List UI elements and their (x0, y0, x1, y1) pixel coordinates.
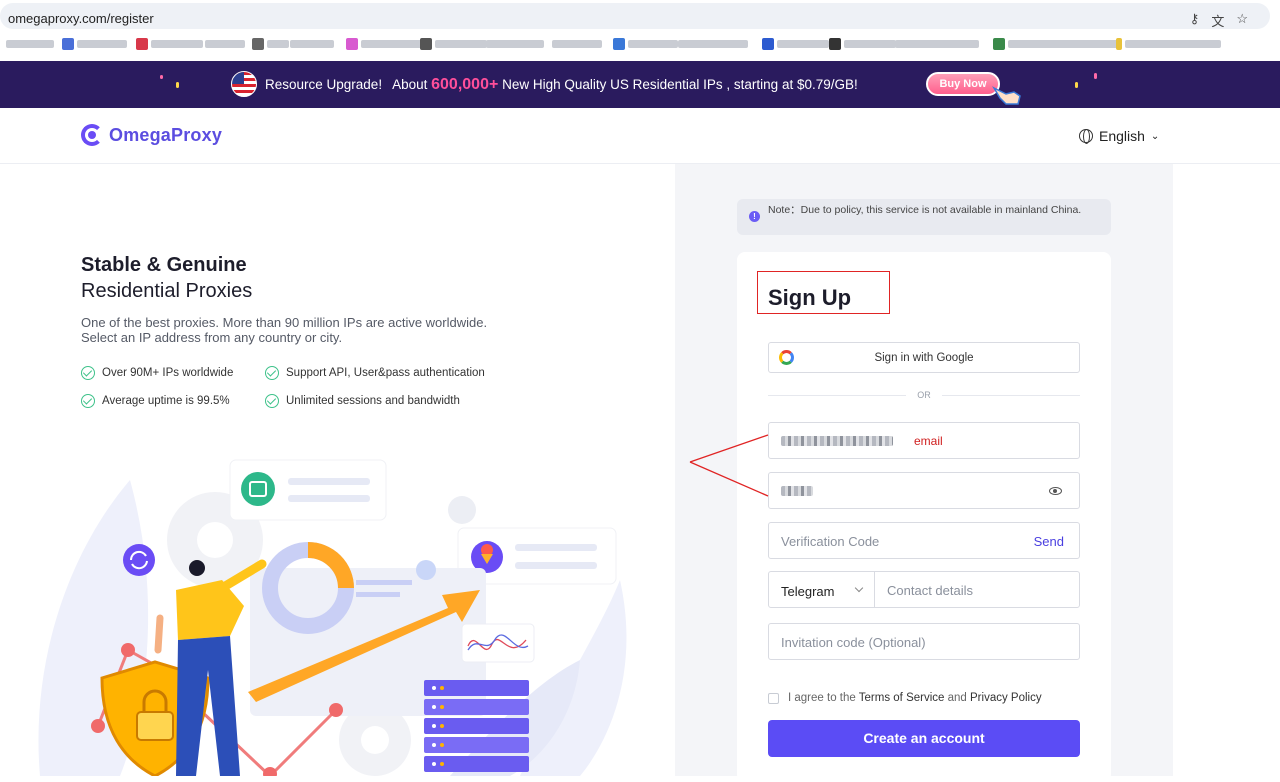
feature-list: Over 90M+ IPs worldwide Support API, Use… (81, 366, 505, 408)
info-icon: ! (749, 211, 760, 222)
translate-icon[interactable]: 文 (1211, 11, 1224, 30)
brand-name: OmegaProxy (109, 124, 223, 145)
language-selector[interactable]: English ⌄ (1079, 128, 1159, 144)
google-signin-label: Sign in with Google (874, 352, 974, 364)
terms-agreement: I agree to the Terms of Service and Priv… (768, 692, 1042, 704)
or-label: OR (917, 390, 931, 400)
browser-url-bar: omegaproxy.com/register ⚷ 文 ☆ (0, 0, 1280, 32)
globe-icon (1079, 129, 1093, 144)
contact-group: Telegram Contact details (768, 571, 1080, 608)
us-flag-icon (231, 71, 257, 97)
omega-logo-icon (81, 124, 103, 146)
email-field[interactable]: email (768, 422, 1080, 459)
policy-note: ! Note：Due to policy, this service is no… (737, 199, 1111, 235)
hero-desc-line2: Select an IP address from any country or… (81, 330, 343, 345)
hero-title-line2: Residential Proxies (81, 280, 253, 302)
check-circle-icon (81, 394, 95, 408)
eye-icon[interactable] (1049, 487, 1062, 495)
bookmark-item[interactable] (993, 38, 1118, 50)
sparkle-icon (176, 82, 179, 88)
bookmark-item[interactable] (1116, 38, 1221, 50)
site-header: OmegaProxy English ⌄ (0, 108, 1280, 164)
bookmark-item[interactable] (762, 38, 829, 50)
bookmark-item[interactable] (346, 38, 423, 50)
feature-label: Over 90M+ IPs worldwide (102, 367, 234, 379)
feature-item: Over 90M+ IPs worldwide (81, 366, 265, 380)
create-account-button[interactable]: Create an account (768, 720, 1080, 757)
send-code-button[interactable]: Send (1034, 534, 1064, 549)
check-circle-icon (265, 366, 279, 380)
bookmark-item[interactable] (613, 38, 678, 50)
signup-title: Sign Up (768, 285, 852, 310)
address-bar-icons: ⚷ 文 ☆ (1190, 11, 1248, 30)
bookmark-item[interactable] (420, 38, 487, 50)
promo-about: About (392, 77, 428, 92)
privacy-link[interactable]: Privacy Policy (970, 692, 1042, 704)
google-signin-button[interactable]: Sign in with Google (768, 342, 1080, 373)
hero-title-line1: Stable & Genuine (81, 254, 247, 276)
contact-type-select[interactable]: Telegram (769, 572, 875, 607)
sparkle-icon (160, 75, 163, 79)
annotation-arrows (689, 434, 769, 497)
feature-item: Support API, User&pass authentication (265, 366, 505, 380)
pointing-hand-icon (992, 86, 1021, 105)
promo-banner[interactable]: Resource Upgrade! About 600,000+ New High… (0, 61, 1280, 108)
promo-text: Resource Upgrade! About 600,000+ New High… (265, 76, 858, 94)
bookmark-item[interactable] (290, 38, 334, 50)
bookmark-item[interactable] (678, 38, 748, 50)
hero-illustration (38, 459, 627, 776)
hero-desc-line1: One of the best proxies. More than 90 mi… (81, 315, 488, 330)
bookmark-item[interactable] (62, 38, 127, 50)
invitation-placeholder: Invitation code (Optional) (781, 635, 926, 650)
check-circle-icon (265, 394, 279, 408)
buy-now-button[interactable]: Buy Now (926, 72, 1000, 96)
promo-suffix: New High Quality US Residential IPs , st… (502, 77, 858, 92)
agree-checkbox[interactable] (768, 692, 779, 704)
policy-note-text: Note：Due to policy, this service is not … (768, 204, 1082, 216)
terms-link[interactable]: Terms of Service (859, 692, 945, 704)
feature-item: Unlimited sessions and bandwidth (265, 394, 505, 408)
password-value-redacted (781, 486, 813, 496)
feature-label: Unlimited sessions and bandwidth (286, 395, 460, 407)
email-annotation: email (914, 434, 943, 448)
feature-label: Average uptime is 99.5% (102, 395, 230, 407)
feature-item: Average uptime is 99.5% (81, 394, 265, 408)
invitation-code-field[interactable]: Invitation code (Optional) (768, 623, 1080, 660)
address-bar[interactable]: omegaproxy.com/register ⚷ 文 ☆ (0, 3, 1270, 29)
bookmark-item[interactable] (205, 38, 245, 50)
verification-code-field[interactable]: Verification Code Send (768, 522, 1080, 559)
bookmark-item[interactable] (6, 38, 54, 50)
language-label: English (1099, 128, 1145, 144)
star-icon[interactable]: ☆ (1236, 11, 1248, 30)
chevron-down-icon: ⌄ (1150, 130, 1160, 142)
chevron-down-icon (854, 583, 864, 593)
password-field[interactable] (768, 472, 1080, 509)
promo-prefix: Resource Upgrade! (265, 77, 383, 92)
email-value-redacted (781, 436, 893, 446)
sparkle-icon (1075, 82, 1078, 88)
feature-label: Support API, User&pass authentication (286, 367, 485, 379)
contact-details-input[interactable]: Contact details (887, 583, 973, 598)
key-icon[interactable]: ⚷ (1190, 11, 1200, 30)
url-text[interactable]: omegaproxy.com/register (8, 11, 154, 26)
logo[interactable]: OmegaProxy (81, 124, 222, 146)
hero-title: Stable & Genuine Residential Proxies (81, 252, 252, 304)
bookmark-item[interactable] (829, 38, 896, 50)
check-circle-icon (81, 366, 95, 380)
hero-description: One of the best proxies. More than 90 mi… (81, 315, 521, 345)
promo-highlight: 600,000+ (431, 76, 499, 93)
agree-and: and (947, 692, 967, 704)
verification-placeholder: Verification Code (781, 534, 880, 549)
agree-prefix: I agree to the (788, 692, 856, 704)
bookmark-item[interactable] (252, 38, 289, 50)
contact-type-value: Telegram (781, 584, 835, 599)
bookmark-item[interactable] (486, 38, 544, 50)
bookmark-item[interactable] (895, 38, 979, 50)
bookmark-item[interactable] (552, 38, 602, 50)
sparkle-icon (1094, 73, 1097, 79)
bookmark-item[interactable] (136, 38, 203, 50)
